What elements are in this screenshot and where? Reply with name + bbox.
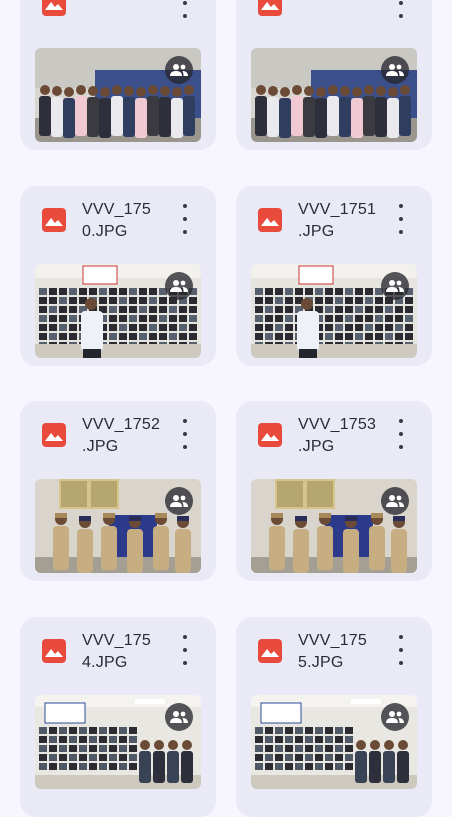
file-card-header: .JPG (20, 0, 216, 40)
shared-people-icon (381, 703, 409, 731)
more-vert-icon[interactable] (394, 635, 408, 665)
more-vert-icon[interactable] (394, 419, 408, 449)
file-name: VVV_1753 .JPG (298, 416, 377, 455)
file-card[interactable]: VVV_1753 .JPG (236, 401, 432, 581)
more-vert-icon[interactable] (394, 0, 408, 18)
more-vert-icon[interactable] (178, 419, 192, 449)
more-vert-icon[interactable] (178, 0, 192, 18)
image-file-icon (258, 639, 282, 663)
file-grid: .JPG (0, 0, 452, 817)
file-card[interactable]: .JPG (20, 0, 216, 150)
file-card[interactable]: VVV_175 5.JPG (236, 617, 432, 817)
file-thumbnail[interactable] (251, 264, 417, 358)
image-file-icon (258, 423, 282, 447)
file-thumbnail[interactable] (35, 264, 201, 358)
file-name: VVV_175 5.JPG (298, 632, 368, 671)
file-card[interactable]: VVV_1751 .JPG (236, 186, 432, 366)
shared-people-icon (381, 272, 409, 300)
file-thumbnail[interactable] (251, 479, 417, 573)
shared-people-icon (381, 56, 409, 84)
file-card-header: VVV_175 5.JPG (236, 617, 432, 687)
file-thumbnail[interactable] (35, 479, 201, 573)
shared-people-icon (165, 703, 193, 731)
file-thumbnail[interactable] (251, 695, 417, 789)
more-vert-icon[interactable] (178, 204, 192, 234)
shared-people-icon (381, 487, 409, 515)
file-card-header: VVV_175 4.JPG (20, 617, 216, 687)
more-vert-icon[interactable] (178, 635, 192, 665)
file-card-header: VVV_1753 .JPG (236, 401, 432, 471)
more-vert-icon[interactable] (394, 204, 408, 234)
file-thumbnail[interactable] (35, 48, 201, 142)
shared-people-icon (165, 487, 193, 515)
file-card[interactable]: .JPG (236, 0, 432, 150)
file-name: VVV_1751 .JPG (298, 201, 377, 240)
file-name: VVV_175 0.JPG (82, 201, 152, 240)
file-card[interactable]: VVV_1752 .JPG (20, 401, 216, 581)
file-thumbnail[interactable] (35, 695, 201, 789)
file-card-header: VVV_1752 .JPG (20, 401, 216, 471)
file-name: .JPG (298, 0, 382, 5)
file-card-header: .JPG (236, 0, 432, 40)
file-card[interactable]: VVV_175 0.JPG (20, 186, 216, 366)
file-thumbnail[interactable] (251, 48, 417, 142)
image-file-icon (42, 0, 66, 16)
file-card-header: VVV_175 0.JPG (20, 186, 216, 256)
image-file-icon (42, 423, 66, 447)
file-name: VVV_1752 .JPG (82, 416, 161, 455)
file-card-header: VVV_1751 .JPG (236, 186, 432, 256)
file-name: .JPG (82, 0, 166, 5)
shared-people-icon (165, 56, 193, 84)
image-file-icon (42, 208, 66, 232)
image-file-icon (258, 208, 282, 232)
image-file-icon (42, 639, 66, 663)
file-card[interactable]: VVV_175 4.JPG (20, 617, 216, 817)
shared-people-icon (165, 272, 193, 300)
file-name: VVV_175 4.JPG (82, 632, 152, 671)
image-file-icon (258, 0, 282, 16)
